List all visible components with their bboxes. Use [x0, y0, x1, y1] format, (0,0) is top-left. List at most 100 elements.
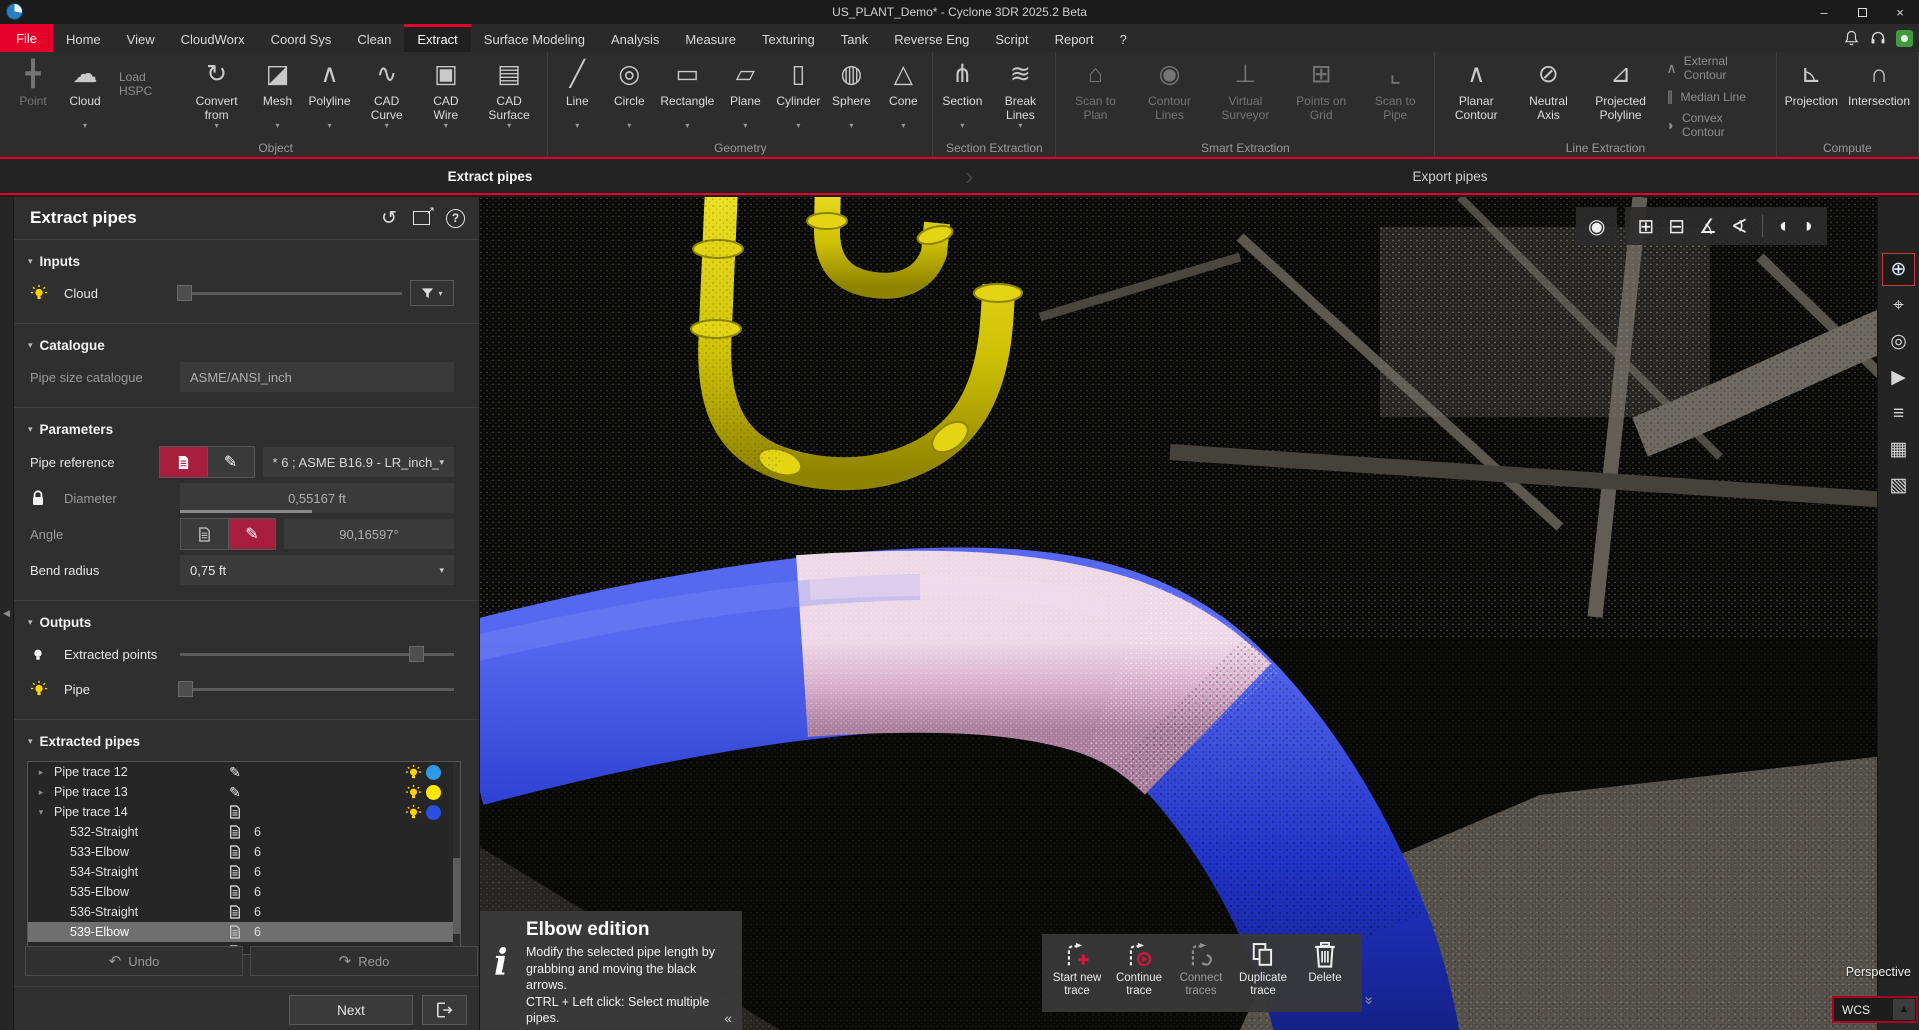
viewpoint-icon[interactable]: ◎: [1882, 325, 1915, 358]
dropdown-caret-icon[interactable]: ▾: [743, 122, 747, 132]
pipe-reference-dropdown[interactable]: * 6 ; ASME B16.9 - LR_inch_ ▾: [263, 447, 454, 477]
fly-mode-icon[interactable]: ▶: [1882, 361, 1915, 394]
dropdown-caret-icon[interactable]: ▾: [83, 122, 87, 132]
dropdown-caret-icon[interactable]: ▾: [796, 122, 800, 132]
slider-thumb[interactable]: [409, 646, 424, 662]
ribbon-button-convex-contour[interactable]: ◗Convex Contour: [1666, 111, 1764, 139]
redo-button[interactable]: ↷ Redo: [250, 946, 478, 976]
notifications-bell-icon[interactable]: [1842, 29, 1860, 47]
menu-item-clean[interactable]: Clean: [344, 24, 404, 52]
menu-item-file[interactable]: File: [0, 24, 53, 52]
chevron-right-icon[interactable]: ▸: [28, 767, 54, 778]
trace-color-swatch[interactable]: [426, 765, 441, 780]
extracted-points-slider[interactable]: [180, 641, 454, 667]
dropdown-caret-icon[interactable]: ▾: [507, 122, 511, 132]
menu-item-extract[interactable]: Extract: [404, 24, 470, 52]
tree-row-pipe-trace-14[interactable]: ▾Pipe trace 14: [28, 802, 453, 822]
dropdown-caret-icon[interactable]: ▾: [1018, 122, 1022, 132]
ribbon-button-cone[interactable]: △Cone▾: [877, 52, 929, 141]
ribbon-button-virtual-surveyor[interactable]: ⊥Virtual Surveyor: [1207, 52, 1283, 141]
trace-tool-continue-trace[interactable]: Continue trace: [1108, 940, 1170, 998]
pencil-icon[interactable]: ✎: [216, 784, 254, 801]
visibility-bulb-icon[interactable]: [400, 764, 426, 781]
ribbon-button-cloud[interactable]: ☁Cloud▾: [59, 52, 111, 141]
measure-angle-free-icon[interactable]: ∢: [1731, 214, 1748, 239]
next-button[interactable]: Next: [289, 995, 413, 1025]
ribbon-button-break-lines[interactable]: ≋Break Lines▾: [988, 52, 1052, 141]
menu-item-script[interactable]: Script: [982, 24, 1041, 52]
ribbon-button-rectangle[interactable]: ▭Rectangle▾: [655, 52, 719, 141]
dropdown-caret-icon[interactable]: ▾: [444, 122, 448, 132]
extracted-pipes-section-header[interactable]: ▾ Extracted pipes: [14, 728, 479, 753]
circle-center-icon[interactable]: ◉: [1588, 214, 1605, 239]
trace-tool-start-new-trace[interactable]: Start new trace: [1046, 940, 1108, 998]
menu-item-measure[interactable]: Measure: [672, 24, 749, 52]
pipe-reference-manual-button[interactable]: ✎: [207, 447, 254, 477]
menu-item-coord-sys[interactable]: Coord Sys: [258, 24, 345, 52]
projection-mode-label[interactable]: Perspective: [1846, 965, 1911, 979]
dropdown-caret-icon[interactable]: ▾: [901, 122, 905, 132]
dropdown-caret-icon[interactable]: ▾: [215, 122, 219, 132]
tree-scrollbar[interactable]: [453, 762, 460, 954]
dropdown-caret-icon[interactable]: ▾: [575, 122, 579, 132]
tree-row-533-elbow[interactable]: 533-Elbow6: [28, 842, 453, 862]
trace-color-swatch[interactable]: [426, 805, 441, 820]
minimize-button[interactable]: –: [1805, 0, 1843, 24]
ribbon-button-mesh[interactable]: ◪Mesh▾: [252, 52, 304, 141]
support-headset-icon[interactable]: [1869, 29, 1887, 47]
menu-item-texturing[interactable]: Texturing: [749, 24, 828, 52]
parameters-section-header[interactable]: ▾ Parameters: [14, 416, 479, 441]
ribbon-button-contour-lines[interactable]: ◉Contour Lines: [1132, 52, 1208, 141]
dropdown-caret-icon[interactable]: ▾: [849, 122, 853, 132]
ribbon-button-external-contour[interactable]: ∧External Contour: [1666, 54, 1764, 82]
tree-row-536-straight[interactable]: 536-Straight6: [28, 902, 453, 922]
popout-panel-icon[interactable]: ↗: [413, 211, 430, 225]
toolbar-more-icon[interactable]: «: [1360, 996, 1377, 1004]
menu-item-item[interactable]: ?: [1107, 24, 1140, 52]
workflow-tab-export-pipes[interactable]: Export pipes: [1330, 159, 1570, 193]
level-icon[interactable]: ≡: [1882, 397, 1915, 430]
ribbon-button-planar-contour[interactable]: ∧Planar Contour: [1438, 52, 1514, 141]
pencil-icon[interactable]: ✎: [216, 764, 254, 781]
ribbon-button-intersection[interactable]: ∩Intersection: [1843, 52, 1915, 141]
diameter-field[interactable]: 0,55167 ft: [180, 483, 454, 513]
ribbon-button-point[interactable]: ╋Point: [7, 52, 59, 141]
ribbon-button-cad-curve[interactable]: ∿CAD Curve▾: [356, 52, 418, 141]
pipe-opacity-slider[interactable]: [180, 676, 454, 702]
undo-button[interactable]: ↶ Undo: [25, 946, 243, 976]
chevron-down-icon[interactable]: ▾: [28, 807, 54, 818]
measure-distance-add-icon[interactable]: ⊞: [1637, 214, 1654, 239]
tree-row-pipe-trace-12[interactable]: ▸Pipe trace 12✎: [28, 762, 453, 782]
cloud-filter-button[interactable]: ▾: [410, 280, 454, 306]
ribbon-button-circle[interactable]: ◎Circle▾: [603, 52, 655, 141]
angle-manual-button[interactable]: ✎: [228, 519, 275, 549]
ribbon-button-points-on-grid[interactable]: ⊞Points on Grid: [1283, 52, 1359, 141]
menu-item-home[interactable]: Home: [53, 24, 114, 52]
menu-item-report[interactable]: Report: [1042, 24, 1107, 52]
exit-command-button[interactable]: [422, 995, 467, 1025]
dropdown-caret-icon[interactable]: ▾: [385, 122, 389, 132]
menu-item-view[interactable]: View: [114, 24, 168, 52]
tree-row-534-straight[interactable]: 534-Straight6: [28, 862, 453, 882]
select-visible-icon[interactable]: ◖: [1777, 215, 1789, 238]
trace-color-swatch[interactable]: [426, 785, 441, 800]
ribbon-button-cylinder[interactable]: ▯Cylinder▾: [771, 52, 825, 141]
wcs-gizmo-icon[interactable]: ▲: [1893, 999, 1915, 1020]
clipping-box-icon[interactable]: ▧: [1882, 469, 1915, 502]
orbit-icon[interactable]: ⊕: [1882, 253, 1915, 286]
ribbon-button-projection[interactable]: ⊾Projection: [1780, 52, 1843, 141]
measure-distance-icon[interactable]: ⊟: [1668, 214, 1685, 239]
ribbon-button-neutral-axis[interactable]: ⊘Neutral Axis: [1514, 52, 1583, 141]
tree-row-535-elbow[interactable]: 535-Elbow6: [28, 882, 453, 902]
ribbon-button-plane[interactable]: ▱Plane▾: [719, 52, 771, 141]
close-button[interactable]: ×: [1881, 0, 1919, 24]
info-collapse-icon[interactable]: «: [724, 1010, 732, 1026]
inputs-section-header[interactable]: ▾ Inputs: [14, 248, 479, 273]
menu-item-tank[interactable]: Tank: [828, 24, 881, 52]
menu-item-analysis[interactable]: Analysis: [598, 24, 672, 52]
help-icon[interactable]: ?: [446, 209, 465, 228]
ribbon-button-scan-to-pipe[interactable]: ⌞Scan to Pipe: [1359, 52, 1431, 141]
cloud-visibility-bulb-icon[interactable]: [30, 284, 64, 302]
menu-item-surface-modeling[interactable]: Surface Modeling: [471, 24, 598, 52]
visibility-bulb-icon[interactable]: [400, 784, 426, 801]
